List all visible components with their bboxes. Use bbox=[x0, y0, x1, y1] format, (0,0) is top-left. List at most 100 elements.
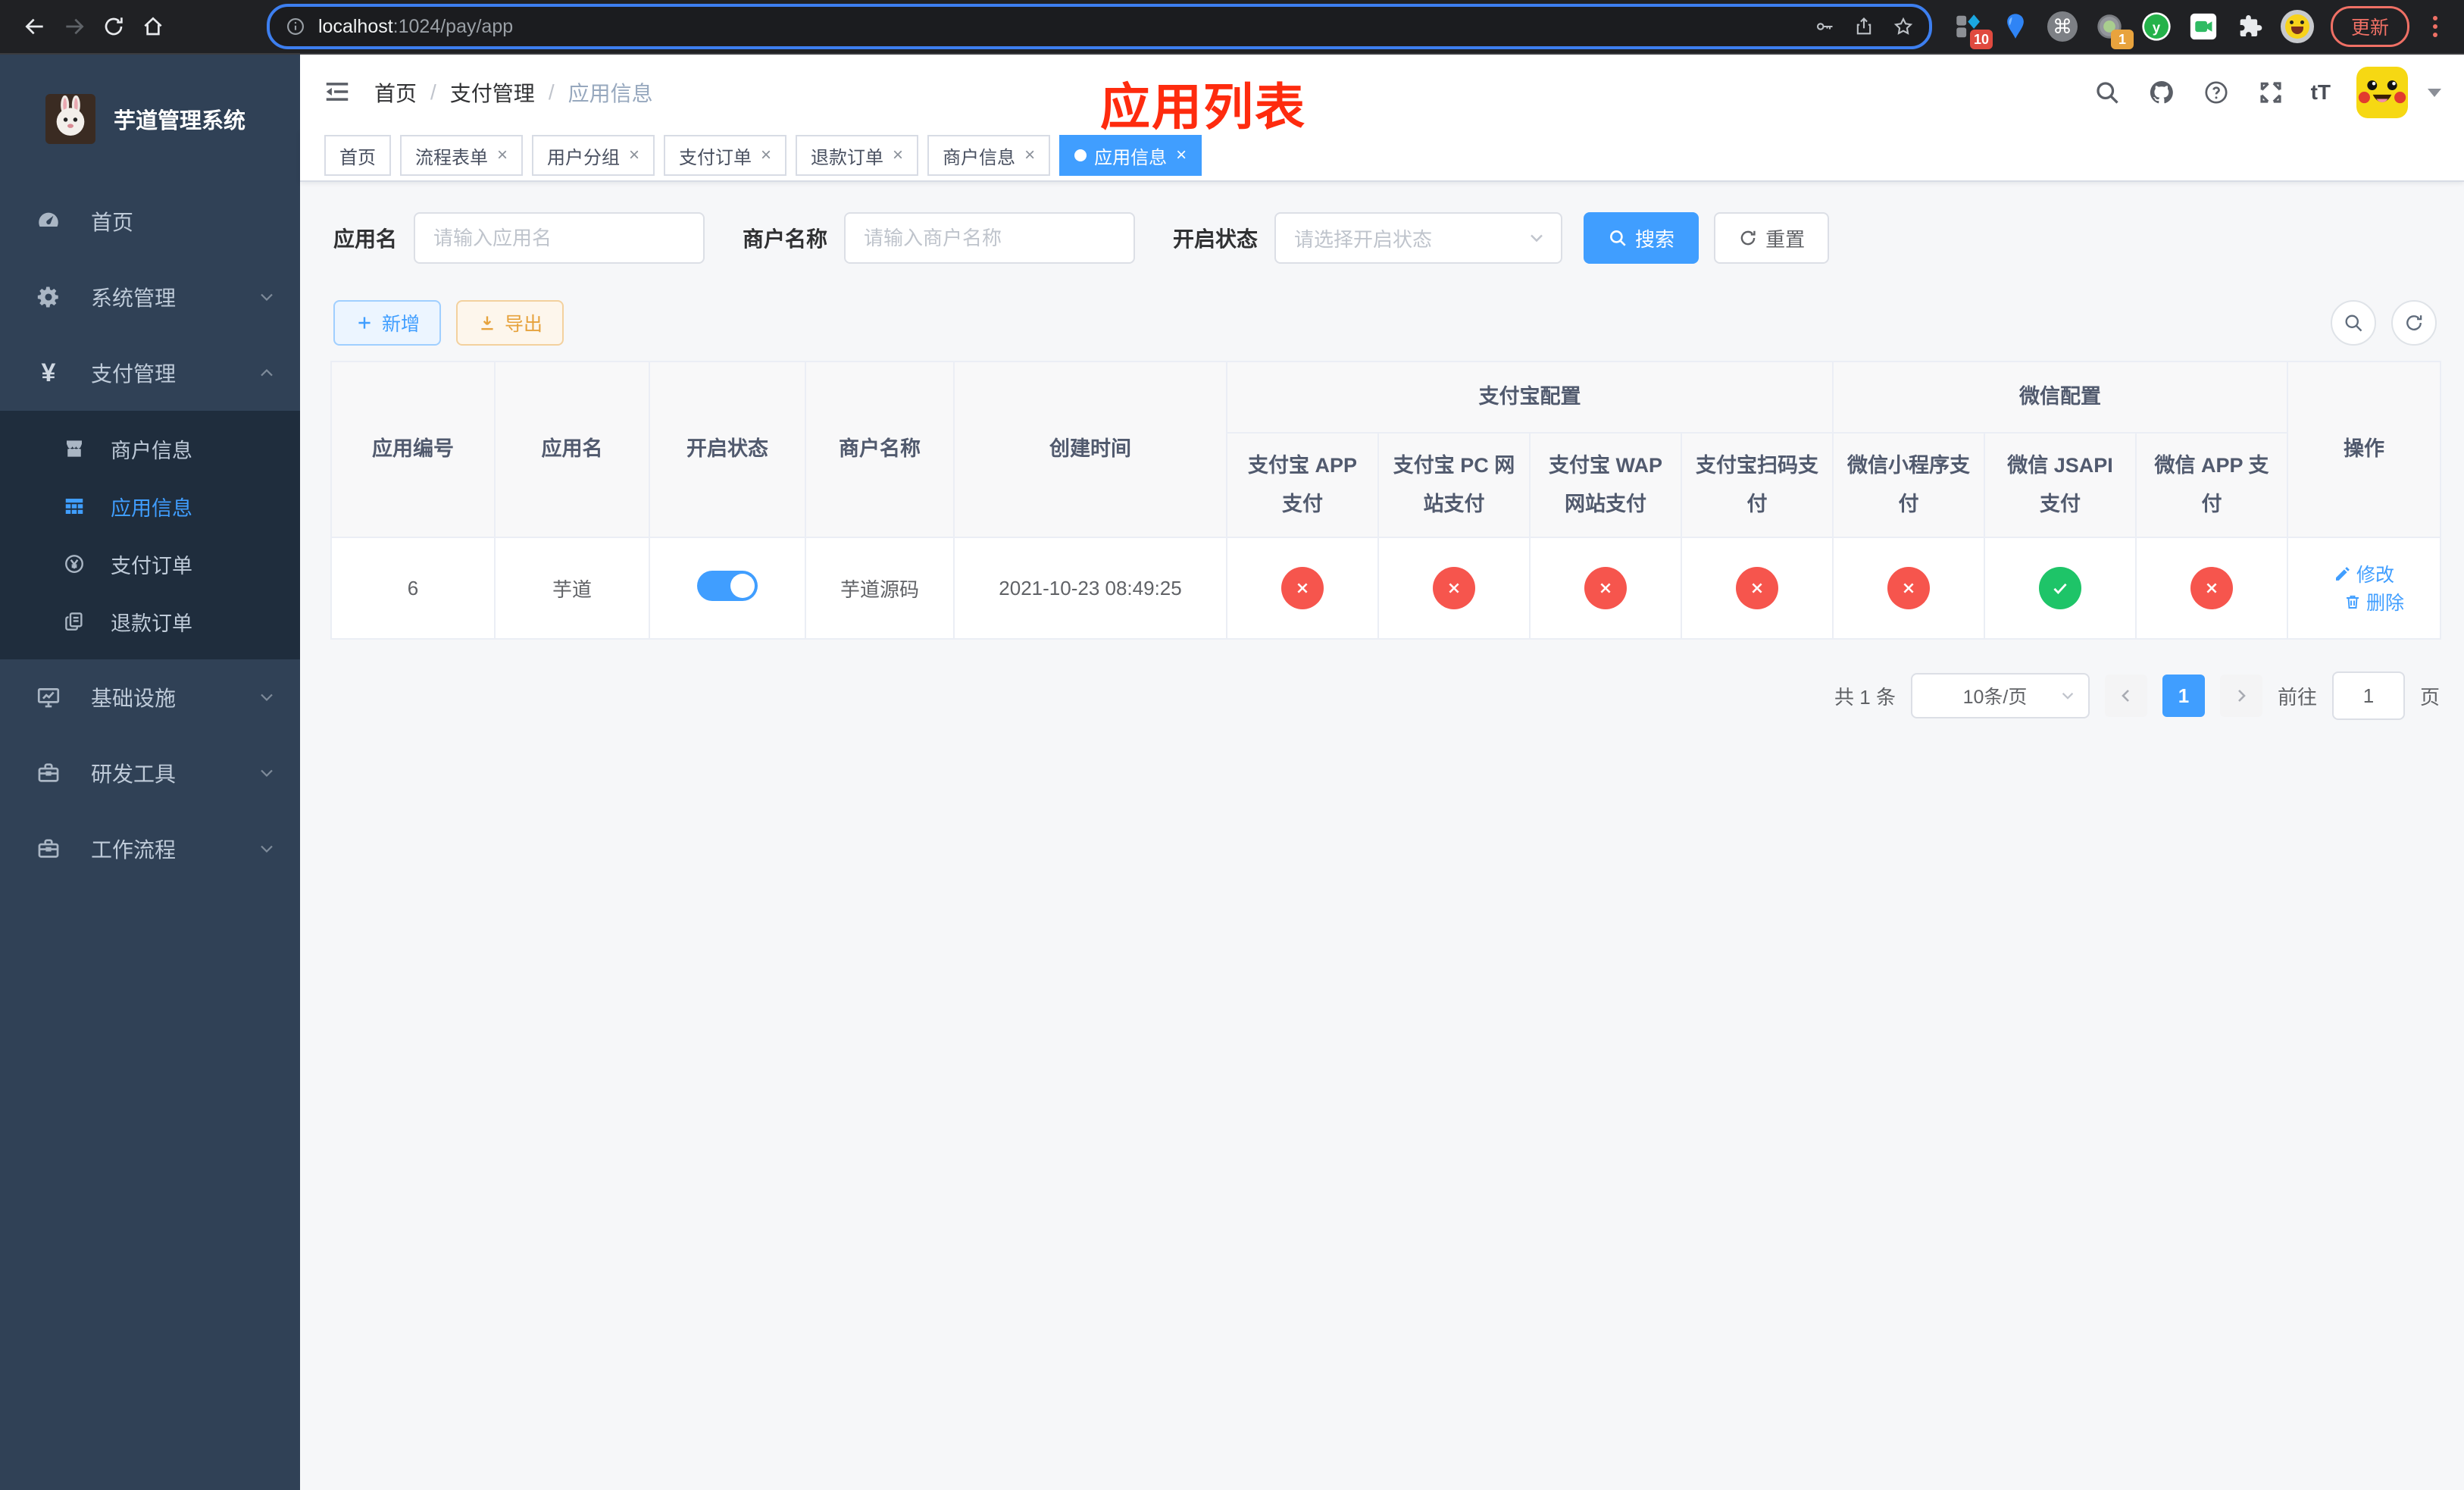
browser-toolbar: localhost:1024/pay/app 10 ⌘ 1 y 更新 bbox=[0, 0, 2464, 55]
current-page-button[interactable]: 1 bbox=[2162, 675, 2205, 717]
sidebar-submenu: 商户信息 应用信息 支付订单 退款订单 bbox=[0, 411, 300, 659]
tab-流程表单[interactable]: 流程表单 × bbox=[400, 135, 524, 176]
sidebar-item-研发工具[interactable]: 研发工具 bbox=[0, 735, 300, 811]
prev-page-button[interactable] bbox=[2104, 675, 2147, 717]
sidebar-item-支付管理[interactable]: ¥ 支付管理 bbox=[0, 335, 300, 411]
help-icon[interactable] bbox=[2202, 78, 2231, 107]
page-size-select[interactable]: 10条/页 bbox=[1910, 673, 2090, 718]
chrome-menu-icon[interactable] bbox=[2422, 16, 2449, 37]
github-icon[interactable] bbox=[2147, 78, 2176, 107]
breadcrumb-home[interactable]: 首页 bbox=[374, 77, 417, 108]
close-tab-icon[interactable]: × bbox=[761, 145, 771, 166]
sidebar-item-基础设施[interactable]: 基础设施 bbox=[0, 659, 300, 735]
app-name-input[interactable] bbox=[414, 212, 705, 264]
next-page-button[interactable] bbox=[2219, 675, 2262, 717]
reload-icon[interactable] bbox=[94, 7, 133, 46]
search-icon[interactable] bbox=[2093, 78, 2122, 107]
sidebar-item-label: 工作流程 bbox=[91, 838, 177, 862]
tab-首页[interactable]: 首页 bbox=[324, 135, 391, 176]
puzzle-extensions-icon[interactable] bbox=[2232, 8, 2269, 45]
status-select[interactable]: 请选择开启状态 bbox=[1274, 212, 1563, 264]
share-icon[interactable] bbox=[1853, 16, 1875, 37]
cell-alipay-app-status bbox=[1226, 537, 1379, 640]
tab-用户分组[interactable]: 用户分组 × bbox=[532, 135, 655, 176]
close-tab-icon[interactable]: × bbox=[497, 145, 508, 166]
sidebar-item-首页[interactable]: 首页 bbox=[0, 183, 300, 259]
sidebar-item-系统管理[interactable]: 系统管理 bbox=[0, 259, 300, 335]
reset-button[interactable]: 重置 bbox=[1714, 212, 1830, 264]
col-wechat-app: 微信 APP 支付 bbox=[2134, 432, 2289, 538]
close-tab-icon[interactable]: × bbox=[1024, 145, 1035, 166]
tab-支付订单[interactable]: 支付订单 × bbox=[664, 135, 787, 176]
extension-balloon-icon[interactable] bbox=[1997, 8, 2034, 45]
sidebar-item-商户信息[interactable]: 商户信息 bbox=[0, 420, 300, 477]
edit-link[interactable]: 修改 bbox=[2334, 560, 2394, 587]
cell-created: 2021-10-23 08:49:25 bbox=[953, 537, 1227, 640]
disabled-status-icon bbox=[1433, 567, 1475, 609]
enabled-toggle[interactable] bbox=[697, 570, 758, 601]
extension-chat-icon[interactable] bbox=[2185, 8, 2222, 45]
refresh-icon bbox=[1740, 230, 1756, 246]
extension-y-icon[interactable]: y bbox=[2138, 8, 2175, 45]
close-tab-icon[interactable]: × bbox=[629, 145, 639, 166]
info-icon bbox=[287, 18, 304, 35]
active-tab-dot bbox=[1074, 149, 1087, 161]
refresh-table-button[interactable] bbox=[2391, 300, 2437, 346]
add-button[interactable]: 新增 bbox=[333, 300, 442, 346]
collapse-sidebar-icon[interactable] bbox=[323, 77, 353, 108]
col-wechat-mini: 微信小程序支付 bbox=[1832, 432, 1985, 538]
cell-wechat-jsapi-status bbox=[1984, 537, 2137, 640]
tab-退款订单[interactable]: 退款订单 × bbox=[796, 135, 919, 176]
yuan-icon: ¥ bbox=[41, 358, 56, 387]
navbar-actions: tT bbox=[2093, 67, 2441, 118]
tab-label: 退款订单 bbox=[811, 147, 884, 168]
tab-商户信息[interactable]: 商户信息 × bbox=[927, 135, 1051, 176]
avatar-dropdown-caret[interactable] bbox=[2428, 88, 2441, 97]
sidebar-item-退款订单[interactable]: 退款订单 bbox=[0, 593, 300, 650]
close-icon bbox=[1297, 583, 1308, 593]
monitor-icon bbox=[32, 681, 65, 714]
bookmark-star-icon[interactable] bbox=[1893, 16, 1914, 37]
sidebar-item-支付订单[interactable]: 支付订单 bbox=[0, 535, 300, 593]
extension-record-icon[interactable]: 1 bbox=[2091, 8, 2134, 49]
page-title-annotation: 应用列表 bbox=[1100, 79, 1306, 135]
key-icon[interactable] bbox=[1814, 16, 1835, 37]
profile-avatar-icon[interactable] bbox=[2279, 8, 2315, 45]
chrome-update-button[interactable]: 更新 bbox=[2330, 6, 2409, 47]
pagination: 共 1 条 10条/页 1 前往 页 bbox=[330, 671, 2440, 720]
export-button[interactable]: 导出 bbox=[456, 300, 564, 346]
chevron-down-icon bbox=[258, 840, 276, 858]
col-alipay-app: 支付宝 APP 支付 bbox=[1226, 432, 1379, 538]
sidebar-item-label: 基础设施 bbox=[91, 687, 177, 710]
download-icon bbox=[481, 316, 493, 330]
forward-icon[interactable] bbox=[55, 7, 94, 46]
font-size-icon[interactable]: tT bbox=[2311, 80, 2331, 105]
col-status: 开启状态 bbox=[649, 361, 806, 538]
chevron-right-icon bbox=[2238, 690, 2246, 702]
address-bar[interactable]: localhost:1024/pay/app bbox=[267, 4, 1932, 49]
apps-table: 应用编号 应用名 开启状态 商户名称 创建时间 支付宝配置 微信配置 操作 支付… bbox=[330, 361, 2442, 640]
merchant-name-input[interactable] bbox=[844, 212, 1136, 264]
extension-blocks-icon[interactable]: 10 bbox=[1950, 8, 1993, 49]
tab-应用信息[interactable]: 应用信息 × bbox=[1059, 135, 1202, 176]
home-icon[interactable] bbox=[133, 7, 173, 46]
sidebar: 芋道管理系统 首页 系统管理 ¥ 支付管理 商户信息 应用信息 支付订单 退款订单 基础设施 研发… bbox=[0, 55, 300, 1490]
close-tab-icon[interactable]: × bbox=[893, 145, 903, 166]
show-search-toggle-button[interactable] bbox=[2331, 300, 2376, 346]
edit-icon bbox=[2336, 567, 2350, 581]
sidebar-item-工作流程[interactable]: 工作流程 bbox=[0, 811, 300, 887]
breadcrumb-pay[interactable]: 支付管理 bbox=[450, 77, 535, 108]
close-tab-icon[interactable]: × bbox=[1176, 145, 1187, 166]
gear-icon bbox=[32, 280, 65, 314]
cell-alipay-pc-status bbox=[1377, 537, 1531, 640]
screen: localhost:1024/pay/app 10 ⌘ 1 y 更新 芋道管理系… bbox=[0, 0, 2464, 1490]
sidebar-item-应用信息[interactable]: 应用信息 bbox=[0, 477, 300, 535]
back-icon[interactable] bbox=[15, 7, 55, 46]
delete-link[interactable]: 删除 bbox=[2344, 588, 2404, 615]
fullscreen-icon[interactable] bbox=[2256, 78, 2285, 107]
user-avatar[interactable] bbox=[2356, 67, 2408, 118]
extension-command-icon[interactable]: ⌘ bbox=[2044, 8, 2081, 45]
disabled-status-icon bbox=[1736, 567, 1778, 609]
search-button[interactable]: 搜索 bbox=[1584, 212, 1699, 264]
goto-page-input[interactable] bbox=[2331, 671, 2405, 720]
